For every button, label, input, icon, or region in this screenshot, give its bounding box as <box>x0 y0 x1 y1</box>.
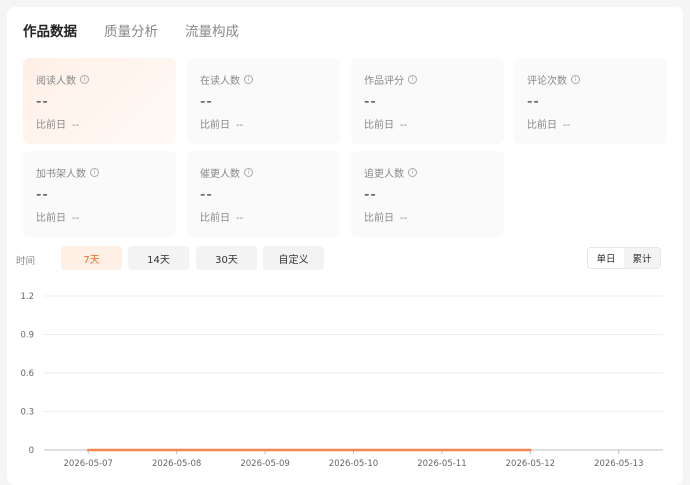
compare-label: 比前日 <box>364 213 394 224</box>
tab-traffic-composition[interactable]: 流量构成 <box>185 23 239 41</box>
tab-quality-analysis[interactable]: 质量分析 <box>104 23 158 41</box>
metric-label: 加书架人数 <box>36 169 86 180</box>
range-7-days-button[interactable]: 7天 <box>61 246 122 270</box>
range-14-days-button[interactable]: 14天 <box>128 246 189 270</box>
metric-card-rating[interactable]: 作品评分 i -- 比前日 -- <box>351 58 504 144</box>
info-icon[interactable]: i <box>244 75 253 84</box>
metric-card-reading-now[interactable]: 在读人数 i -- 比前日 -- <box>187 58 340 144</box>
metric-value: -- <box>200 92 213 110</box>
compare-value: -- <box>72 213 80 224</box>
info-icon[interactable]: i <box>90 168 99 177</box>
metric-label: 作品评分 <box>364 76 404 87</box>
metric-card-followers[interactable]: 追更人数 i -- 比前日 -- <box>351 151 504 237</box>
metric-value: -- <box>364 185 377 203</box>
metric-label: 评论次数 <box>527 76 567 87</box>
x-tick-label: 2026-05-10 <box>329 459 378 469</box>
info-icon[interactable]: i <box>80 75 89 84</box>
mode-cumulative-button[interactable]: 累计 <box>624 248 660 268</box>
y-tick-label: 1.2 <box>20 292 34 302</box>
metric-card-bookshelf[interactable]: 加书架人数 i -- 比前日 -- <box>23 151 176 237</box>
metric-value: -- <box>200 185 213 203</box>
range-custom-button[interactable]: 自定义 <box>263 246 324 270</box>
metric-label: 追更人数 <box>364 169 404 180</box>
metric-value: -- <box>36 92 49 110</box>
x-tick-label: 2026-05-09 <box>240 459 289 469</box>
mode-daily-button[interactable]: 单日 <box>588 248 624 268</box>
compare-label: 比前日 <box>527 120 557 131</box>
y-tick-label: 0.6 <box>20 369 34 379</box>
compare-value: -- <box>72 120 80 131</box>
metric-value: -- <box>36 185 49 203</box>
compare-label: 比前日 <box>200 120 230 131</box>
tab-works-data[interactable]: 作品数据 <box>23 23 77 41</box>
compare-value: -- <box>236 120 244 131</box>
y-tick-label: 0 <box>29 446 34 456</box>
compare-label: 比前日 <box>36 213 66 224</box>
metric-label: 在读人数 <box>200 76 240 87</box>
metric-label: 催更人数 <box>200 169 240 180</box>
tab-bar: 作品数据 质量分析 流量构成 <box>23 23 239 41</box>
compare-value: -- <box>400 120 408 131</box>
metric-card-urge-update[interactable]: 催更人数 i -- 比前日 -- <box>187 151 340 237</box>
info-icon[interactable]: i <box>408 168 417 177</box>
x-tick-label: 2026-05-12 <box>506 459 555 469</box>
x-tick-label: 2026-05-13 <box>594 459 643 469</box>
metric-value: -- <box>364 92 377 110</box>
compare-value: -- <box>236 213 244 224</box>
info-icon[interactable]: i <box>571 75 580 84</box>
compare-label: 比前日 <box>364 120 394 131</box>
x-tick-label: 2026-05-08 <box>152 459 201 469</box>
time-filter-label: 时间 <box>16 256 36 267</box>
metric-value: -- <box>527 92 540 110</box>
y-tick-label: 0.9 <box>20 331 34 341</box>
trend-chart: 1.2 0.9 0.6 0.3 0 2026-05-07 2026-05-08 2026-05… <box>20 292 663 469</box>
range-30-days-button[interactable]: 30天 <box>196 246 257 270</box>
x-tick-label: 2026-05-07 <box>64 459 113 469</box>
compare-value: -- <box>400 213 408 224</box>
info-icon[interactable]: i <box>244 168 253 177</box>
mode-switch: 单日 累计 <box>587 247 661 269</box>
x-tick-label: 2026-05-11 <box>417 459 466 469</box>
metric-card-readers[interactable]: 阅读人数 i -- 比前日 -- <box>23 58 176 144</box>
y-tick-label: 0.3 <box>20 408 34 418</box>
compare-label: 比前日 <box>200 213 230 224</box>
metric-card-comments[interactable]: 评论次数 i -- 比前日 -- <box>514 58 667 144</box>
compare-label: 比前日 <box>36 120 66 131</box>
compare-value: -- <box>563 120 571 131</box>
info-icon[interactable]: i <box>408 75 417 84</box>
metric-label: 阅读人数 <box>36 76 76 87</box>
